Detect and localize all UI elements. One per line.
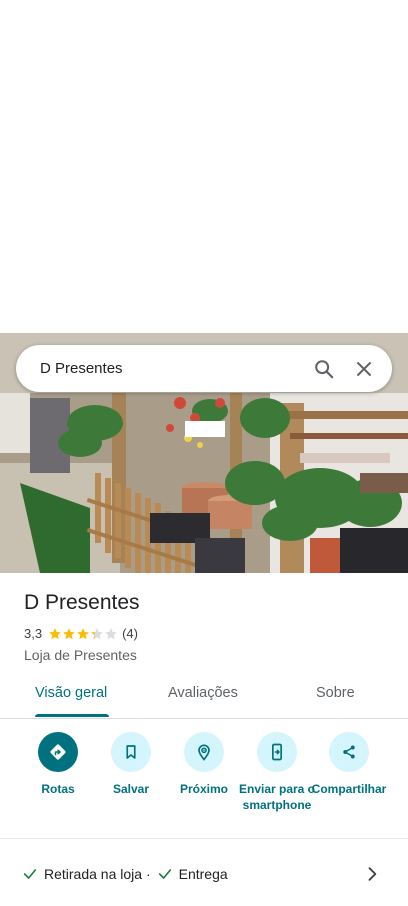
nearby-button[interactable]: Próximo (162, 732, 246, 797)
tab-overview[interactable]: Visão geral (35, 685, 107, 701)
star-icon (49, 627, 61, 639)
nearby-icon (184, 732, 224, 772)
rating-stars (48, 627, 118, 641)
search-icon[interactable] (304, 349, 344, 389)
service-delivery: Entrega (178, 866, 228, 882)
star-icon (77, 627, 89, 639)
place-category[interactable]: Loja de Presentes (24, 647, 137, 663)
section-divider (0, 838, 408, 839)
service-pickup: Retirada na loja · (44, 866, 151, 882)
action-row: Rotas Salvar Próximo Enviar para o smart… (0, 732, 408, 832)
check-icon (23, 869, 37, 879)
save-label: Salvar (112, 782, 150, 796)
rating-value: 3,3 (24, 626, 43, 641)
directions-label: Rotas (41, 782, 75, 796)
directions-button[interactable]: Rotas (16, 732, 100, 797)
share-button[interactable]: Compartilhar (307, 732, 391, 797)
star-icon (63, 627, 75, 639)
map-blank-area (0, 0, 408, 333)
bookmark-icon (111, 732, 151, 772)
tab-about[interactable]: Sobre (316, 685, 355, 701)
share-label: Compartilhar (311, 782, 387, 796)
tab-bar: Visão geral Avaliações Sobre (0, 678, 408, 719)
chevron-right-icon[interactable] (362, 864, 382, 884)
directions-icon (38, 732, 78, 772)
send-to-phone-icon (257, 732, 297, 772)
nearby-label: Próximo (179, 782, 228, 796)
star-icon (105, 627, 117, 639)
check-icon (158, 869, 171, 879)
service-options[interactable]: Retirada na loja · Entrega (22, 866, 228, 882)
tab-active-indicator (35, 714, 109, 717)
close-icon[interactable] (344, 349, 384, 389)
tab-reviews[interactable]: Avaliações (168, 685, 238, 701)
search-input[interactable]: D Presentes (40, 360, 304, 377)
review-count: (4) (122, 626, 138, 641)
share-icon (329, 732, 369, 772)
star-icon (91, 627, 103, 639)
save-button[interactable]: Salvar (89, 732, 173, 797)
search-bar[interactable]: D Presentes (16, 345, 392, 392)
rating-row[interactable]: 3,3 (4) (24, 626, 138, 641)
place-title: D Presentes (24, 591, 140, 614)
